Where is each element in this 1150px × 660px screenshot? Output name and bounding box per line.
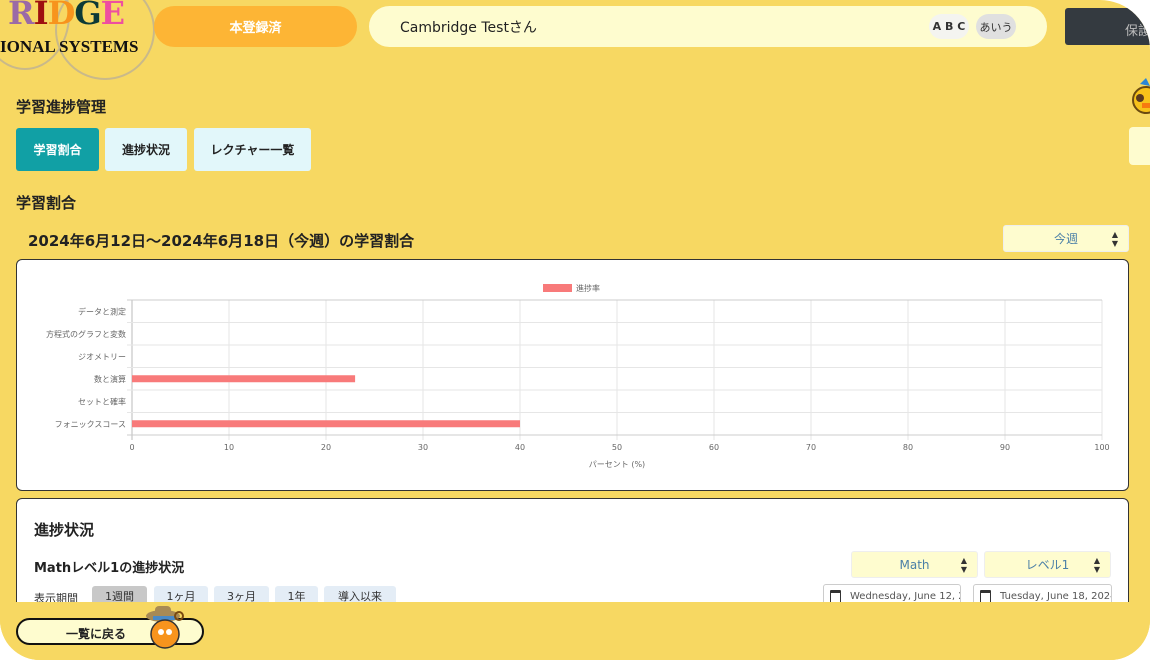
- y-tick-label: 数と演算: [94, 374, 126, 384]
- study-ratio-chart: 0 10 20 30 40 50 60 70 80 90 100 データと測定方程式のグラフと変数ジオ…: [46, 283, 1110, 469]
- x-tick-label: 80: [903, 443, 913, 452]
- x-tick-label: 100: [1094, 443, 1109, 452]
- level-select-value: レベル1: [1025, 558, 1070, 572]
- subject-select[interactable]: Math ▲ ▼: [851, 551, 978, 578]
- explorer-mascot-icon: [146, 606, 184, 649]
- end-date-value: Tuesday, June 18, 2024: [1000, 590, 1112, 602]
- y-tick-label: フォニックスコース: [55, 420, 126, 429]
- bar: [132, 420, 520, 428]
- progress-subtitle: Mathレベル1の進捗状況: [34, 561, 185, 576]
- level-select[interactable]: レベル1 ▲ ▼: [984, 551, 1111, 578]
- subject-select-value: Math: [899, 557, 930, 572]
- x-tick-label: 70: [806, 443, 816, 452]
- legend-swatch: [543, 284, 572, 292]
- legend-label: 進捗率: [576, 283, 600, 293]
- y-tick-label: データと測定: [78, 306, 126, 316]
- x-tick-label: 40: [515, 443, 525, 452]
- x-tick-label: 20: [321, 443, 331, 452]
- x-tick-label: 50: [612, 443, 622, 452]
- start-date-value: Wednesday, June 12, 2024: [850, 590, 960, 602]
- y-tick-label: 方程式のグラフと変数: [46, 329, 126, 339]
- x-tick-label: 60: [709, 443, 719, 452]
- app-frame: RIDGE IONAL SYSTEMS 本登録済 Cambridge Testさ…: [0, 0, 1150, 660]
- x-tick-label: 30: [418, 443, 428, 452]
- bar: [132, 375, 356, 383]
- x-tick-label: 10: [224, 443, 234, 452]
- select-arrow-icon: ▲ ▼: [1093, 555, 1100, 574]
- select-arrow-icon: ▲ ▼: [960, 555, 967, 574]
- x-axis-label: パーセント (%): [589, 460, 645, 469]
- x-tick-label: 90: [1000, 443, 1010, 452]
- y-tick-label: ジオメトリー: [78, 352, 126, 361]
- y-tick-label: セットと確率: [78, 396, 126, 406]
- x-tick-label: 0: [129, 443, 134, 452]
- progress-title: 進捗状況: [34, 521, 95, 539]
